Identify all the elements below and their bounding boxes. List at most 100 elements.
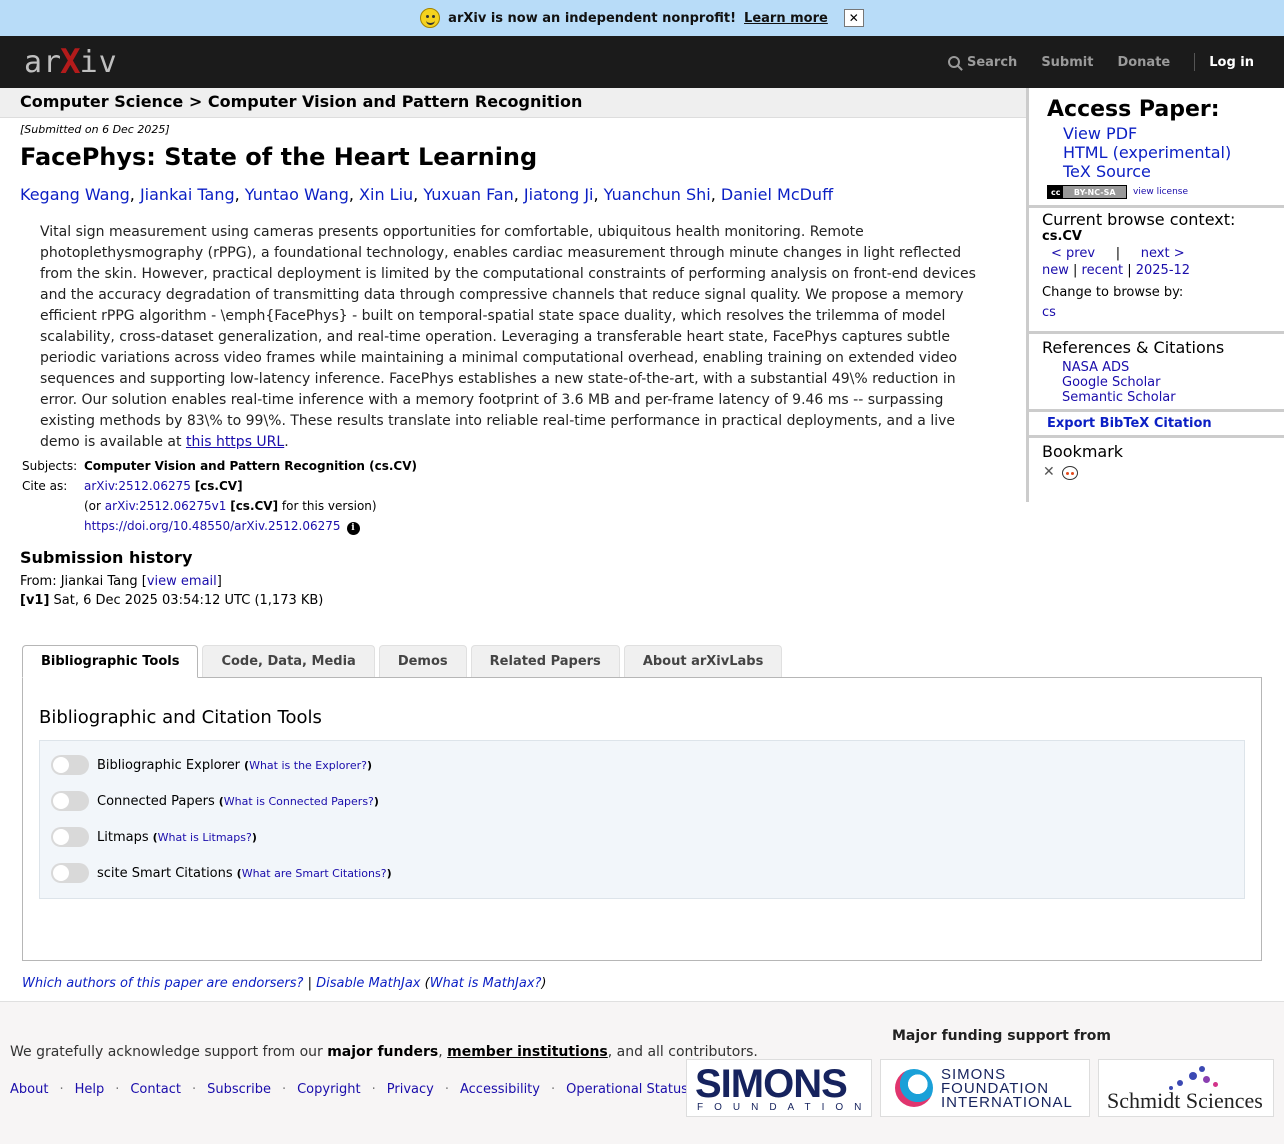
cc-license-icon[interactable]: cc BY-NC-SA [1047, 185, 1127, 199]
footer-accessibility-link[interactable]: Accessibility [460, 1082, 540, 1097]
nasa-ads-link[interactable]: NASA ADS [1062, 360, 1284, 375]
toggle-row: Connected Papers (What is Connected Pape… [51, 789, 379, 813]
tools-title: Bibliographic and Citation Tools [39, 707, 322, 728]
explorer-help-link[interactable]: What is the Explorer? [249, 759, 367, 772]
abstract: Vital sign measurement using cameras pre… [40, 224, 976, 450]
recent-link[interactable]: recent [1082, 263, 1124, 278]
info-icon[interactable]: i [346, 522, 360, 535]
subjects-value: Computer Vision and Pattern Recognition … [84, 459, 417, 473]
donate-link[interactable]: Donate [1117, 55, 1170, 70]
author-list: Kegang Wang, Jiankai Tang, Yuntao Wang, … [20, 185, 834, 204]
footer-privacy-link[interactable]: Privacy [387, 1082, 434, 1097]
view-pdf-link[interactable]: View PDF [1063, 124, 1284, 143]
footer-subscribe-link[interactable]: Subscribe [207, 1082, 271, 1097]
footer-contact-link[interactable]: Contact [130, 1082, 181, 1097]
version-link[interactable]: arXiv:2512.06275v1 [105, 499, 227, 513]
semantic-scholar-link[interactable]: Semantic Scholar [1062, 390, 1284, 405]
header-nav: Search Submit Donate Log in [924, 36, 1254, 88]
cite-link[interactable]: arXiv:2512.06275 [84, 479, 191, 493]
simons-foundation-logo[interactable]: SIMONS FOUNDATION [686, 1059, 872, 1117]
paper-metadata: Subjects: Computer Vision and Pattern Re… [22, 456, 417, 536]
bibliographic-explorer-toggle[interactable] [51, 755, 89, 775]
abstract-url-link[interactable]: this https URL [186, 434, 284, 450]
doi-link[interactable]: https://doi.org/10.48550/arXiv.2512.0627… [84, 519, 341, 533]
submission-history-title: Submission history [20, 548, 193, 567]
access-paper-section: Access Paper: View PDF HTML (experimenta… [1029, 97, 1284, 208]
what-is-mathjax-link[interactable]: What is MathJax? [430, 976, 542, 991]
author-link[interactable]: Yuanchun Shi [604, 185, 711, 204]
nav-divider [1194, 53, 1196, 71]
endorsers-line: Which authors of this paper are endorser… [22, 976, 547, 991]
close-icon[interactable]: ✕ [843, 9, 864, 27]
tab-panel: Bibliographic and Citation Tools Bibliog… [22, 677, 1262, 961]
subjects-label: Subjects: [22, 459, 78, 473]
tab-related-papers[interactable]: Related Papers [470, 645, 620, 677]
sfi-swirl-icon [895, 1069, 933, 1107]
smiley-icon [420, 8, 441, 28]
html-link[interactable]: HTML (experimental) [1063, 143, 1284, 162]
version-label: [v1] [20, 593, 50, 608]
cite-label: Cite as: [22, 479, 68, 493]
breadcrumb: Computer Science > Computer Vision and P… [0, 88, 1028, 118]
reddit-icon[interactable] [1062, 466, 1078, 480]
author-link[interactable]: Xin Liu [359, 185, 413, 204]
simons-international-logo[interactable]: SIMONS FOUNDATION INTERNATIONAL [880, 1059, 1090, 1117]
connected-papers-toggle[interactable] [51, 791, 89, 811]
litmaps-toggle[interactable] [51, 827, 89, 847]
tab-code-data-media[interactable]: Code, Data, Media [202, 645, 375, 677]
scite-help-link[interactable]: What are Smart Citations? [242, 867, 387, 880]
footer-copyright-link[interactable]: Copyright [297, 1082, 361, 1097]
next-link[interactable]: next > [1141, 246, 1185, 261]
footer-about-link[interactable]: About [10, 1082, 48, 1097]
export-bibtex-link[interactable]: Export BibTeX Citation [1047, 416, 1284, 431]
tab-demos[interactable]: Demos [378, 645, 467, 677]
search-button[interactable]: Search [947, 55, 1017, 70]
author-link[interactable]: Kegang Wang [20, 185, 130, 204]
endorsers-link[interactable]: Which authors of this paper are endorser… [22, 976, 303, 991]
author-link[interactable]: Jiankai Tang [140, 185, 235, 204]
learn-more-link[interactable]: Learn more [744, 11, 828, 26]
view-license-link[interactable]: view license [1133, 187, 1188, 197]
month-link[interactable]: 2025-12 [1136, 263, 1190, 278]
banner-message: arXiv is now an independent nonprofit! [448, 10, 737, 26]
submit-link[interactable]: Submit [1041, 55, 1093, 70]
scite-toggle[interactable] [51, 863, 89, 883]
footer: We gratefully acknowledge support from o… [0, 1001, 1284, 1144]
author-link[interactable]: Yuxuan Fan [423, 185, 513, 204]
view-email-link[interactable]: view email [147, 574, 217, 589]
tools-toggle-list: Bibliographic Explorer (What is the Expl… [39, 740, 1245, 899]
google-scholar-link[interactable]: Google Scholar [1062, 375, 1284, 390]
tab-bibliographic-tools[interactable]: Bibliographic Tools [22, 645, 199, 678]
submission-history: From: Jiankai Tang [view email] [v1] Sat… [20, 574, 324, 608]
arxiv-logo[interactable]: ar Xiv [24, 42, 118, 82]
acknowledgement: We gratefully acknowledge support from o… [10, 1044, 758, 1060]
footer-status-link[interactable]: Operational Status [566, 1082, 688, 1097]
references-section: References & Citations NASA ADS Google S… [1029, 338, 1284, 412]
toggle-row: Bibliographic Explorer (What is the Expl… [51, 753, 372, 777]
browse-cs-link[interactable]: cs [1042, 305, 1056, 320]
submitted-date: [Submitted on 6 Dec 2025] [20, 123, 170, 136]
toggle-row: Litmaps (What is Litmaps?) [51, 825, 257, 849]
member-institutions-link[interactable]: member institutions [447, 1044, 608, 1060]
footer-help-link[interactable]: Help [75, 1082, 105, 1097]
tex-source-link[interactable]: TeX Source [1063, 162, 1284, 181]
new-link[interactable]: new [1042, 263, 1069, 278]
major-funders-link[interactable]: major funders [327, 1044, 438, 1060]
prev-link[interactable]: < prev [1051, 246, 1095, 261]
labs-tabs: Bibliographic Tools Code, Data, Media De… [22, 645, 783, 678]
bibsonomy-icon[interactable] [1042, 464, 1058, 481]
author-link[interactable]: Daniel McDuff [721, 185, 833, 204]
tab-about-arxivlabs[interactable]: About arXivLabs [623, 645, 783, 677]
access-paper-title: Access Paper: [1047, 97, 1220, 122]
litmaps-help-link[interactable]: What is Litmaps? [158, 831, 252, 844]
login-link[interactable]: Log in [1209, 55, 1254, 70]
author-link[interactable]: Jiatong Ji [524, 185, 594, 204]
sidebar: Access Paper: View PDF HTML (experimenta… [1026, 88, 1284, 502]
author-link[interactable]: Yuntao Wang [245, 185, 349, 204]
schmidt-sciences-logo[interactable]: Schmidt Sciences [1098, 1059, 1274, 1117]
announcement-banner: arXiv is now an independent nonprofit! L… [0, 0, 1284, 36]
disable-mathjax-link[interactable]: Disable MathJax [316, 976, 420, 991]
schmidt-dots-icon [1169, 1066, 1219, 1090]
connected-papers-help-link[interactable]: What is Connected Papers? [224, 795, 374, 808]
funding-title: Major funding support from [892, 1028, 1111, 1044]
